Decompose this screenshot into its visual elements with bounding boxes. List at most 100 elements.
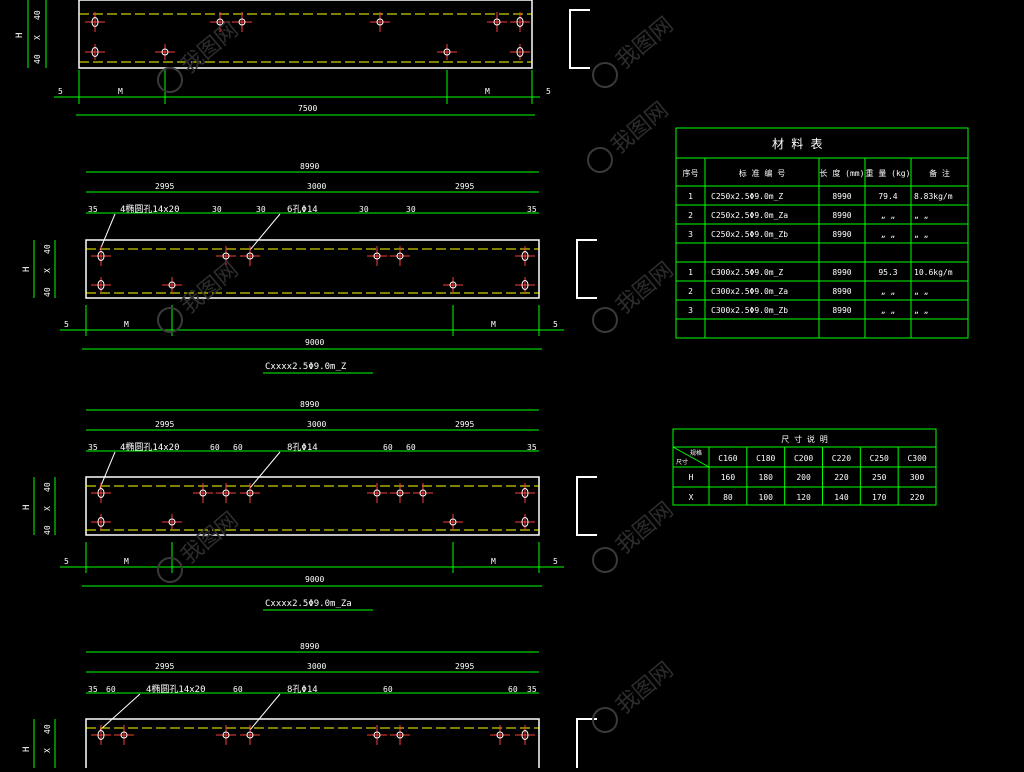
watermark-text: 我图网	[612, 498, 679, 560]
dim-edge-right: 35	[527, 443, 537, 452]
hole-label: 8孔Φ14	[287, 684, 318, 695]
dim-spacing-c: 30	[359, 205, 369, 214]
table-cell: 3	[688, 230, 693, 239]
watermark-logo-icon	[157, 557, 183, 583]
watermark: 我图网	[592, 498, 679, 573]
watermark: 我图网	[592, 658, 679, 733]
dim-h-label: H	[15, 33, 25, 38]
dim-overall: 8990	[300, 642, 319, 651]
watermark-logo-icon	[592, 307, 618, 333]
dim-40-bottom: 40	[43, 287, 52, 297]
dim-spacing-a: 30	[212, 205, 222, 214]
dim-m-left: M	[118, 87, 123, 96]
size-table-title: 尺 寸 说 明	[781, 434, 827, 444]
watermark-text: 我图网	[612, 658, 679, 720]
slot-label: 4椭圆孔14x20	[146, 683, 206, 695]
table-cell: 8990	[832, 306, 851, 315]
dim-segment-left: 2995	[155, 420, 174, 429]
size-cell: 300	[910, 473, 925, 482]
dim-segment-right: 2995	[455, 662, 474, 671]
watermark-logo-icon	[592, 547, 618, 573]
leader-hole	[249, 693, 281, 731]
dim-edge-left: 35	[88, 205, 98, 214]
table-cell: 3	[688, 306, 693, 315]
leader-slot	[99, 693, 141, 731]
size-table: 尺 寸 说 明规格尺寸 C160 C180 C200 C220 C250 C300 H 160 1…	[672, 428, 937, 506]
size-row-label: X	[689, 493, 694, 502]
dim-m-left: M	[124, 320, 129, 329]
hole-label: 8孔Φ14	[287, 442, 318, 453]
watermark: 我图网	[157, 18, 243, 93]
dim-h-label: H	[22, 505, 32, 510]
dim-5-right: 5	[546, 87, 551, 96]
watermark-text: 我图网	[612, 258, 679, 320]
size-header-cell: C180	[756, 454, 775, 463]
c-section-profile	[569, 9, 590, 69]
watermark: 我图网	[592, 13, 679, 88]
dim-overall: 8990	[300, 162, 319, 171]
dim-spacing-b: 60	[233, 443, 243, 452]
dim-segment-right: 2995	[455, 182, 474, 191]
table-cell: „ „	[914, 230, 928, 239]
dim-40-bottom: 40	[33, 54, 42, 64]
hole-group	[91, 246, 535, 293]
table-cell: 8990	[832, 287, 851, 296]
table-cell: 10.6kg/m	[914, 268, 953, 277]
table-cell: 8990	[832, 268, 851, 277]
table-cell: „ „	[914, 211, 928, 220]
hole-group	[85, 12, 530, 60]
dim-m-right: M	[491, 557, 496, 566]
dim-spacing-b: 60	[233, 685, 243, 694]
c-section-profile	[576, 239, 597, 299]
cad-drawing-canvas: H 40 X 40 5 M M 5 7500 8990 2995 3000 29…	[15, 0, 969, 772]
dim-h-label: H	[22, 747, 32, 752]
watermark-logo-icon	[592, 62, 618, 88]
watermark-logo-icon	[587, 147, 613, 173]
table-cell: 1	[688, 268, 693, 277]
dim-segment-middle: 3000	[307, 182, 326, 191]
size-header-cell: C220	[832, 454, 851, 463]
leader-slot	[99, 213, 116, 251]
watermark: 我图网	[592, 258, 679, 333]
size-cell: 200	[796, 473, 811, 482]
dim-x: X	[43, 748, 52, 753]
dim-h-label: H	[22, 267, 32, 272]
dim-5-right: 5	[553, 320, 558, 329]
table-cell: 2	[688, 211, 693, 220]
table-cell: „ „	[881, 306, 895, 315]
table-header-cell: 标 准 编 号	[739, 168, 785, 178]
table-header-cell: 长 度 (mm)	[820, 168, 865, 178]
size-cell: 250	[872, 473, 887, 482]
dim-spacing-a: 60	[210, 443, 220, 452]
dim-spacing-c: 60	[383, 443, 393, 452]
table-title: 材 料 表	[772, 137, 822, 151]
material-table: 材 料 表序号 标 准 编 号 长 度 (mm) 重 量 (kg) 备 注 1 C250x2…	[675, 127, 969, 339]
table-cell: 1	[688, 192, 693, 201]
dim-40-top: 40	[43, 244, 52, 254]
dim-spacing-d: 60	[406, 443, 416, 452]
dim-40-top: 40	[43, 482, 52, 492]
table-cell: „ „	[881, 230, 895, 239]
beam-view-za: 8990 2995 3000 2995 35 35 60 60 60 60 4椭…	[22, 400, 597, 611]
dim-m-left: M	[124, 557, 129, 566]
dim-40-top: 40	[33, 10, 42, 20]
watermark-text: 我图网	[612, 13, 679, 75]
size-cell: 220	[834, 473, 849, 482]
dim-5-left: 5	[64, 320, 69, 329]
table-cell: 8990	[832, 211, 851, 220]
watermark-layer: 我图网 我图网我图网 我图网我图网 我图网我图网我图网	[157, 13, 679, 733]
size-cell: 220	[910, 493, 925, 502]
watermark: 我图网	[587, 98, 673, 173]
dim-5-left: 5	[64, 557, 69, 566]
dim-segment-right: 2995	[455, 420, 474, 429]
size-cell: 120	[796, 493, 811, 502]
watermark-logo-icon	[592, 707, 618, 733]
dim-segment-middle: 3000	[307, 420, 326, 429]
table-cell: 8990	[832, 230, 851, 239]
size-cell: 180	[759, 473, 774, 482]
leader-slot	[99, 451, 116, 489]
table-cell: C250x2.5Φ9.0m_Z	[711, 192, 783, 201]
dim-x: X	[43, 268, 52, 273]
size-header-cell: C300	[907, 454, 926, 463]
dim-x: X	[43, 506, 52, 511]
